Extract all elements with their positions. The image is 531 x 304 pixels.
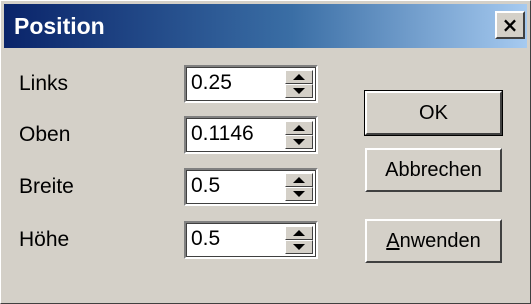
links-label: Links xyxy=(19,72,69,95)
spin-down-icon xyxy=(293,88,305,94)
close-icon: × xyxy=(501,13,519,37)
apply-label-rest: nwenden xyxy=(399,229,481,252)
ok-button-label: OK xyxy=(419,101,448,124)
spin-down-icon xyxy=(293,244,305,250)
apply-mnemonic: A xyxy=(386,229,400,252)
window-title: Position xyxy=(14,13,105,39)
spin-up-icon xyxy=(293,74,305,80)
breite-label: Breite xyxy=(19,175,74,198)
oben-label: Oben xyxy=(19,123,71,146)
links-input[interactable]: 0.25 xyxy=(191,71,232,95)
hoehe-spin-down-button[interactable] xyxy=(285,240,313,254)
close-button[interactable]: × xyxy=(495,11,525,39)
position-dialog: Position × Links 0.25 Oben 0.1146 Breite… xyxy=(0,0,531,304)
oben-input[interactable]: 0.1146 xyxy=(191,122,254,146)
apply-button-label: Anwenden xyxy=(386,230,481,253)
cancel-button-label: Abbrechen xyxy=(385,158,482,181)
oben-spin-up-button[interactable] xyxy=(285,121,313,135)
hoehe-spin-up-button[interactable] xyxy=(285,226,313,240)
title-bar[interactable]: Position × xyxy=(4,4,527,48)
spin-up-icon xyxy=(293,125,305,131)
hoehe-spinbox[interactable]: 0.5 xyxy=(184,221,318,259)
cancel-button[interactable]: Abbrechen xyxy=(365,148,502,192)
spin-down-icon xyxy=(293,191,305,197)
spin-up-icon xyxy=(293,177,305,183)
links-spinbox[interactable]: 0.25 xyxy=(184,65,318,103)
links-spin-up-button[interactable] xyxy=(285,70,313,84)
links-spin-down-button[interactable] xyxy=(285,84,313,98)
oben-spin-down-button[interactable] xyxy=(285,135,313,149)
hoehe-input[interactable]: 0.5 xyxy=(191,227,220,251)
breite-input[interactable]: 0.5 xyxy=(191,174,220,198)
spin-down-icon xyxy=(293,139,305,145)
breite-spin-down-button[interactable] xyxy=(285,187,313,201)
breite-spin-up-button[interactable] xyxy=(285,173,313,187)
ok-button[interactable]: OK xyxy=(364,90,503,136)
hoehe-label: Höhe xyxy=(19,228,70,251)
breite-spinbox[interactable]: 0.5 xyxy=(184,168,318,206)
spin-up-icon xyxy=(293,230,305,236)
oben-spinbox[interactable]: 0.1146 xyxy=(184,116,318,154)
apply-button[interactable]: Anwenden xyxy=(365,219,502,263)
